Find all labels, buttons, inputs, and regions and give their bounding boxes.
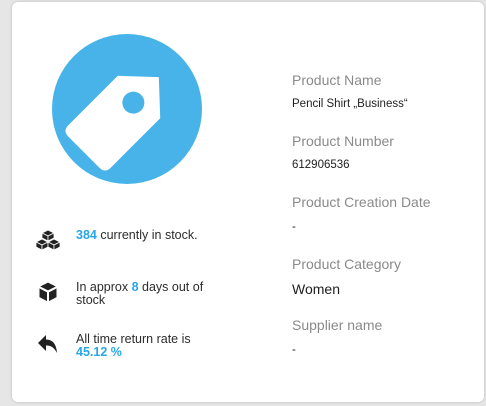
product-tag-icon-circle	[52, 34, 202, 184]
cube-icon	[37, 281, 59, 303]
stock-suffix: currently in stock.	[96, 228, 198, 242]
stock-count: 384	[76, 228, 97, 242]
stock-stat: 384 currently in stock.	[36, 228, 226, 252]
days-out-stat: In approx 8 days out of stock	[36, 280, 226, 307]
days-out-text: In approx 8 days out of stock	[76, 281, 226, 307]
days-out-count: 8	[131, 280, 139, 294]
product-category-label: Product Category	[292, 256, 401, 272]
creation-date-label: Product Creation Date	[292, 194, 431, 210]
return-rate-stat: All time return rate is 45.12 %	[36, 332, 226, 359]
return-rate-text: All time return rate is 45.12 %	[76, 333, 191, 359]
product-number-value: 612906536	[292, 159, 350, 171]
product-detail-card: 384 currently in stock. In approx 8 days…	[12, 2, 484, 402]
supplier-name-label: Supplier name	[292, 317, 383, 333]
cubes-icon	[36, 229, 60, 251]
days-out-prefix: In approx	[76, 280, 132, 294]
creation-date-value: -	[292, 221, 296, 233]
product-category-value: Women	[292, 281, 340, 297]
supplier-name-value: -	[292, 344, 296, 356]
return-arrow-icon	[38, 335, 57, 353]
return-rate-value: 45.12 %	[76, 345, 122, 359]
product-name-value: Pencil Shirt „Business“	[292, 98, 408, 110]
return-rate-prefix: All time return rate is	[76, 332, 191, 346]
product-name-label: Product Name	[292, 72, 382, 88]
price-tag-icon	[65, 75, 161, 171]
stock-text: 384 currently in stock.	[76, 229, 198, 242]
product-number-label: Product Number	[292, 133, 394, 149]
